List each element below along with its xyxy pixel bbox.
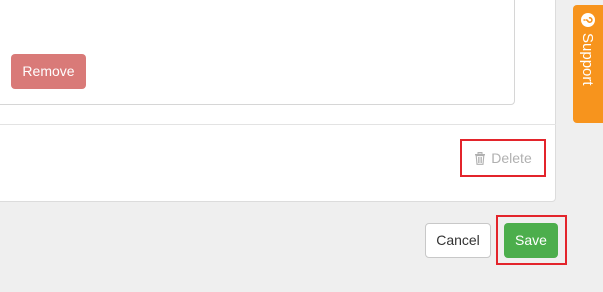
save-button[interactable]: Save [504, 223, 558, 258]
trash-icon [474, 151, 486, 165]
card-divider [0, 124, 556, 125]
support-label: Support [579, 33, 597, 86]
cancel-button[interactable]: Cancel [425, 223, 491, 258]
help-circle-icon [581, 13, 595, 27]
delete-button[interactable]: Delete [462, 141, 544, 175]
item-panel [0, 0, 515, 105]
remove-button[interactable]: Remove [11, 54, 86, 89]
delete-label: Delete [491, 150, 532, 166]
support-tab[interactable]: Support [573, 5, 603, 123]
